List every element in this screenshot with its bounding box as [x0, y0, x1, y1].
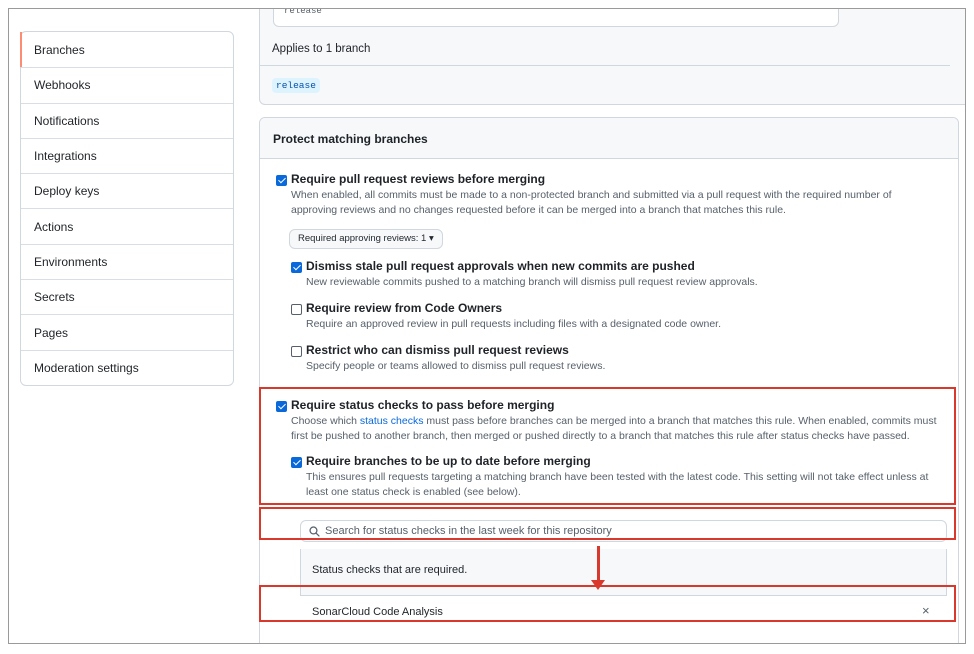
required-checks-heading: Status checks that are required. [312, 564, 468, 576]
sidebar-item-secrets[interactable]: Secrets [21, 279, 233, 314]
annotation-status-checks-highlight [259, 387, 956, 505]
approving-reviews-select[interactable]: Required approving reviews: 1 ▾ [289, 229, 443, 249]
sidebar-item-notifications[interactable]: Notifications [21, 102, 233, 138]
annotation-search-highlight [259, 507, 956, 540]
matched-branch-chip: release [272, 78, 320, 93]
sidebar-item-actions[interactable]: Actions [21, 208, 233, 243]
restrict-dismiss-option: Restrict who can dismiss pull request re… [306, 343, 926, 374]
restrict-dismiss-checkbox[interactable] [291, 346, 302, 357]
require-pr-reviews-desc: When enabled, all commits must be made t… [291, 189, 892, 216]
annotation-arrow-shaft [597, 546, 600, 581]
sidebar-item-deploy-keys[interactable]: Deploy keys [21, 173, 233, 208]
divider [260, 65, 950, 66]
require-pr-reviews-option: Require pull request reviews before merg… [291, 172, 931, 217]
require-pr-reviews-title: Require pull request reviews before merg… [291, 172, 546, 186]
restrict-dismiss-desc: Specify people or teams allowed to dismi… [306, 360, 606, 372]
sidebar-item-environments[interactable]: Environments [21, 243, 233, 279]
sidebar-item-integrations[interactable]: Integrations [21, 137, 233, 173]
approving-reviews-label: Required approving reviews: 1 [298, 233, 427, 244]
sidebar-item-branches[interactable]: Branches [20, 32, 233, 68]
code-owners-checkbox[interactable] [291, 304, 302, 315]
caret-down-icon: ▾ [428, 233, 434, 244]
code-owners-title: Require review from Code Owners [306, 301, 503, 315]
sidebar-item-moderation-settings[interactable]: Moderation settings [21, 349, 233, 385]
require-pr-reviews-checkbox[interactable] [276, 175, 287, 186]
dismiss-stale-option: Dismiss stale pull request approvals whe… [306, 259, 926, 290]
annotation-required-check-highlight [259, 585, 956, 622]
dismiss-stale-title: Dismiss stale pull request approvals whe… [306, 259, 695, 273]
applies-to-text: Applies to 1 branch [272, 43, 371, 55]
dismiss-stale-desc: New reviewable commits pushed to a match… [306, 276, 758, 288]
code-owners-option: Require review from Code Owners Require … [306, 301, 926, 332]
settings-sidebar: Branches Webhooks Notifications Integrat… [20, 31, 234, 386]
dismiss-stale-checkbox[interactable] [291, 262, 302, 273]
sidebar-item-pages[interactable]: Pages [21, 314, 233, 349]
screenshot-frame: Branches Webhooks Notifications Integrat… [8, 8, 966, 644]
restrict-dismiss-title: Restrict who can dismiss pull request re… [306, 343, 569, 357]
sidebar-item-webhooks[interactable]: Webhooks [21, 67, 233, 102]
protect-heading: Protect matching branches [260, 118, 958, 159]
branch-pattern-input[interactable]: release [273, 9, 839, 27]
code-owners-desc: Require an approved review in pull reque… [306, 318, 722, 330]
